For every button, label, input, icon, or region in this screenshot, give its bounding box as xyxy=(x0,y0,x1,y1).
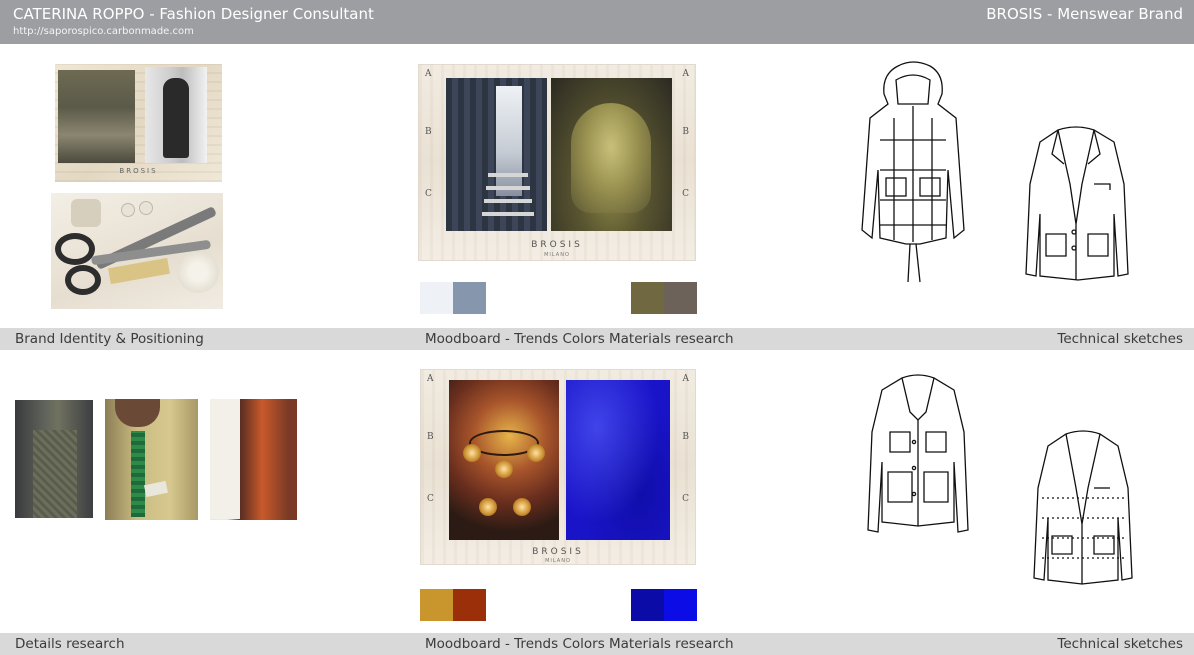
blazer-sketch[interactable] xyxy=(1018,124,1134,284)
brand-title: BROSIS - Menswear Brand xyxy=(986,5,1183,23)
chandelier-lamp xyxy=(479,498,497,516)
button-piece-2 xyxy=(139,201,153,215)
portrait-person xyxy=(163,78,189,158)
caption-bar-row-1: Brand Identity & Positioning Moodboard -… xyxy=(0,328,1194,350)
moodboard-mark-b-right: B xyxy=(682,127,689,137)
color-swatch xyxy=(664,589,697,621)
color-swatch xyxy=(631,589,664,621)
page-header: CATERINA ROPPO - Fashion Designer Consul… xyxy=(0,0,1194,44)
moodboard-logo-sub: MILANO xyxy=(545,558,571,564)
moodboard-logo-sub: MILANO xyxy=(544,252,570,258)
caption-moodboard-2[interactable]: Moodboard - Trends Colors Materials rese… xyxy=(425,636,734,652)
caption-technical-sketches-1[interactable]: Technical sketches xyxy=(1057,331,1183,347)
color-swatch xyxy=(420,282,453,314)
moodboard-mark-b-right: B xyxy=(682,432,689,442)
pocket-square xyxy=(143,480,169,498)
cobalt-fabric-photo xyxy=(566,380,670,540)
detail-photo-tie[interactable] xyxy=(105,399,198,520)
color-swatch xyxy=(453,282,486,314)
moodboard-logo: BROSIS xyxy=(532,547,584,557)
caption-moodboard-1[interactable]: Moodboard - Trends Colors Materials rese… xyxy=(425,331,734,347)
moodboard-mark-b: B xyxy=(427,432,434,442)
portfolio-url-link[interactable]: http://saporospico.carbonmade.com xyxy=(13,26,194,37)
stairs-photo xyxy=(446,78,547,231)
color-swatch xyxy=(420,589,453,621)
stair-step xyxy=(482,212,534,216)
moodboard-mark-a-right: A xyxy=(682,374,690,384)
scissor-handle-2 xyxy=(65,265,101,295)
moodboard-2[interactable]: A B C A B C BROSIS MILANO xyxy=(420,369,696,565)
moodboard-mark-c: C xyxy=(427,494,434,504)
moodboard-mark-c: C xyxy=(425,189,432,199)
caption-bar-row-2: Details research Moodboard - Trends Colo… xyxy=(0,633,1194,655)
skylight xyxy=(496,86,522,196)
color-swatch xyxy=(453,589,486,621)
collage-logo: BROSIS xyxy=(119,167,158,175)
chandelier-lamp xyxy=(527,444,545,462)
scissor-handle-1 xyxy=(55,233,95,265)
dome-chandelier-photo xyxy=(449,380,559,540)
chandelier-lamp xyxy=(463,444,481,462)
caption-brand-identity[interactable]: Brand Identity & Positioning xyxy=(15,331,204,347)
color-swatch xyxy=(664,282,697,314)
header-title: CATERINA ROPPO - Fashion Designer Consul… xyxy=(13,5,374,23)
caption-technical-sketches-2[interactable]: Technical sketches xyxy=(1057,636,1183,652)
vest-fabric xyxy=(33,430,77,518)
designer-name: CATERINA ROPPO xyxy=(13,5,145,23)
stair-step xyxy=(484,199,532,203)
man-chin xyxy=(115,399,160,427)
brand-identity-collage[interactable]: BROSIS xyxy=(55,64,222,182)
chandelier-lamp xyxy=(495,460,513,478)
designer-role: Fashion Designer Consultant xyxy=(159,5,374,23)
detail-photo-vest[interactable] xyxy=(15,400,93,518)
moodboard-mark-c-right: C xyxy=(682,494,689,504)
chandelier-lamp xyxy=(513,498,531,516)
moodboard-logo: BROSIS xyxy=(531,240,583,250)
hooded-jacket-sketch[interactable] xyxy=(858,60,968,288)
veil-shape xyxy=(571,103,651,213)
thread-spool-front xyxy=(177,251,219,293)
white-shirt xyxy=(210,399,240,519)
stair-step xyxy=(488,173,528,177)
thread-spool-back xyxy=(71,199,101,227)
portfolio-page: CATERINA ROPPO - Fashion Designer Consul… xyxy=(0,0,1194,655)
field-jacket-sketch[interactable] xyxy=(866,372,970,540)
stair-step xyxy=(486,186,530,190)
title-separator: - xyxy=(144,5,160,23)
patterned-blazer-sketch[interactable] xyxy=(1030,428,1136,588)
collage-dark-photo xyxy=(58,70,135,163)
caption-details-research[interactable]: Details research xyxy=(15,636,125,652)
moodboard-mark-a: A xyxy=(427,374,434,384)
sewing-tools-photo[interactable] xyxy=(51,193,223,309)
detail-photo-lining[interactable] xyxy=(210,399,297,520)
moodboard-mark-c-right: C xyxy=(682,189,689,199)
moodboard-mark-a: A xyxy=(425,69,432,79)
moodboard-1[interactable]: A B C A B C BROSIS MILANO xyxy=(418,64,696,261)
moodboard-mark-a-right: A xyxy=(682,69,690,79)
veil-sculpture-photo xyxy=(551,78,672,231)
moodboard-mark-b: B xyxy=(425,127,432,137)
measuring-tape xyxy=(108,257,170,285)
color-swatch xyxy=(631,282,664,314)
green-tie xyxy=(131,431,145,517)
button-piece-1 xyxy=(121,203,135,217)
